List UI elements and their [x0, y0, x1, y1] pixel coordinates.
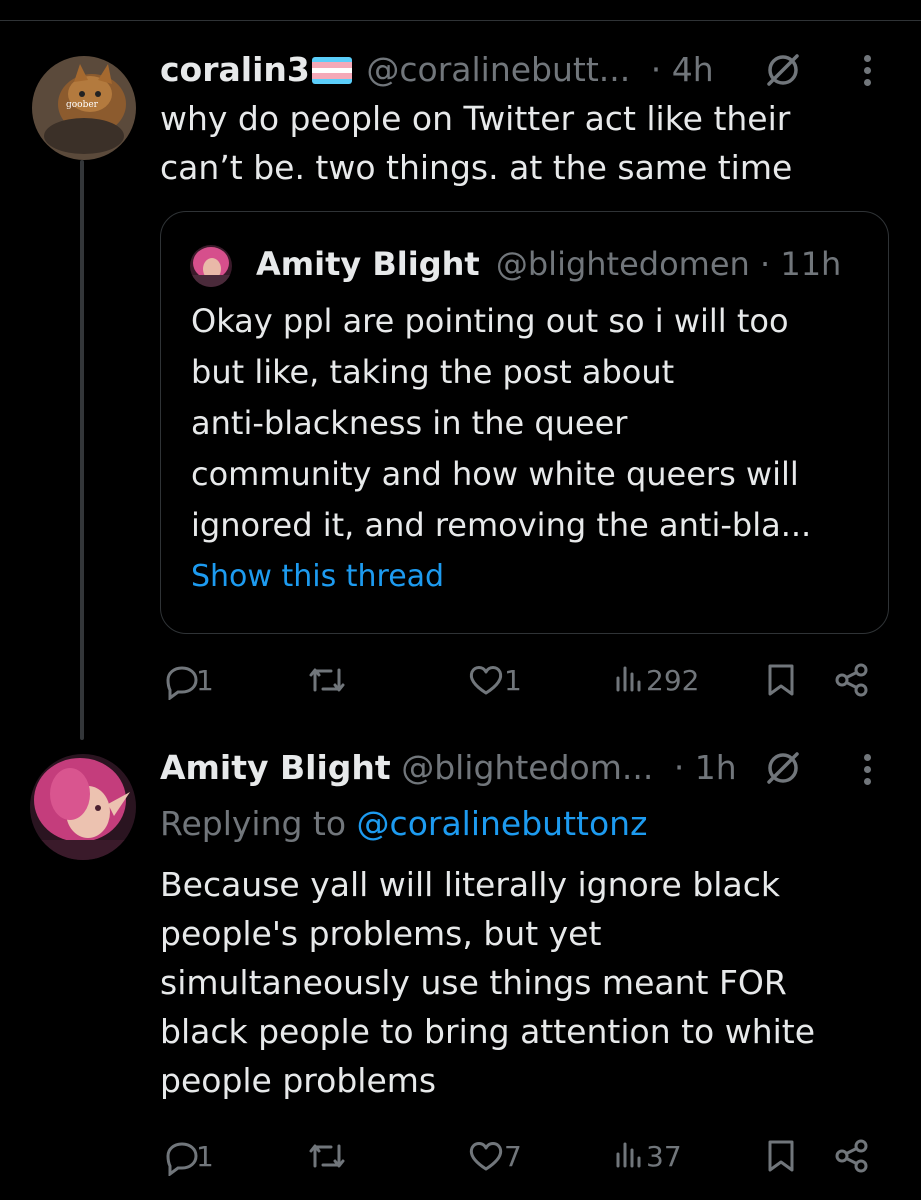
replying-to: Replying to @coralinebuttonz [160, 804, 647, 844]
tweet-text-line: simultaneously use things meant FOR [160, 963, 787, 1002]
thread-connector-line [80, 160, 84, 740]
display-name[interactable]: Amity Blight [160, 748, 391, 787]
reply-count: 1 [196, 1139, 214, 1173]
share-button[interactable] [832, 660, 872, 700]
quote-text: Okay ppl are pointing out so i will too … [191, 296, 881, 602]
show-thread-link[interactable]: Show this thread [191, 551, 881, 602]
bookmark-button[interactable] [766, 1136, 796, 1176]
reply-count: 1 [196, 663, 214, 697]
like-button[interactable]: 1 [466, 660, 522, 700]
tweet-text-line: can’t be. two things. at the same time [160, 148, 793, 187]
quote-timestamp: · 11h [759, 245, 842, 283]
no-entry-icon [767, 752, 799, 784]
avatar-caption: goober [66, 100, 98, 110]
views-count: 292 [646, 663, 700, 697]
retweet-button[interactable] [305, 1136, 349, 1176]
retweet-icon [309, 668, 345, 692]
top-divider [0, 20, 921, 21]
views-button[interactable]: 37 [614, 1136, 682, 1176]
user-handle[interactable]: @coralinebutt... [366, 50, 630, 89]
share-icon [835, 663, 868, 697]
views-icon [616, 666, 641, 692]
like-button[interactable]: 7 [466, 1136, 522, 1176]
quote-text-line: ignored it, and removing the anti-bla... [191, 506, 812, 544]
like-count: 1 [504, 663, 522, 697]
quote-avatar [190, 245, 232, 287]
quote-text-line: community and how white queers will [191, 455, 799, 493]
display-name[interactable]: coralin3 [160, 50, 310, 89]
user-handle[interactable]: @blightedom... [401, 748, 653, 787]
tweet-actions: 1 7 37 [0, 1136, 921, 1186]
bookmark-icon [768, 1140, 794, 1172]
replying-to-label: Replying to [160, 804, 347, 843]
tweet-header: Amity Blight @blightedom... · 1h [160, 748, 737, 788]
views-icon [616, 1142, 641, 1168]
quote-text-line: but like, taking the post about [191, 353, 675, 391]
reply-button[interactable]: 1 [160, 1136, 214, 1176]
tweet-text: Because yall will literally ignore black… [160, 860, 900, 1105]
timestamp[interactable]: · 4h [651, 50, 714, 89]
like-icon [469, 666, 503, 695]
tweet-text-line: black people to bring attention to white [160, 1012, 816, 1051]
tweet-header: coralin3 @coralinebutt... · 4h [160, 50, 714, 90]
quote-text-line: anti-blackness in the queer [191, 404, 628, 442]
quote-handle: @blightedomen [495, 245, 750, 283]
views-count: 37 [646, 1139, 682, 1173]
tweet-text: why do people on Twitter act like their … [160, 94, 880, 192]
no-entry-icon [767, 54, 799, 86]
tweet-text-line: people's problems, but yet [160, 914, 602, 953]
retweet-icon [309, 1144, 345, 1168]
quote-header: Amity Blight @blightedomen · 11h [256, 244, 841, 284]
reply-icon [166, 666, 198, 700]
views-button[interactable]: 292 [614, 660, 699, 700]
tweet-actions: 1 1 292 [0, 660, 921, 710]
avatar[interactable]: goober [32, 56, 136, 160]
quote-text-line: Okay ppl are pointing out so i will too [191, 302, 789, 340]
bookmark-button[interactable] [766, 660, 796, 700]
timestamp[interactable]: · 1h [674, 748, 737, 787]
reply-icon [166, 1142, 198, 1176]
trans-flag-icon [311, 57, 352, 84]
share-icon [835, 1139, 868, 1173]
like-icon [469, 1142, 503, 1171]
quoted-tweet-card[interactable]: Amity Blight @blightedomen · 11h Okay pp… [160, 211, 889, 634]
share-button[interactable] [832, 1136, 872, 1176]
avatar[interactable] [30, 754, 136, 860]
more-icon[interactable] [864, 55, 872, 91]
tweet-text-line: why do people on Twitter act like their [160, 99, 791, 138]
replying-to-handle[interactable]: @coralinebuttonz [357, 804, 648, 843]
reply-button[interactable]: 1 [160, 660, 214, 700]
retweet-button[interactable] [305, 660, 349, 700]
more-icon[interactable] [864, 754, 872, 790]
bookmark-icon [768, 664, 794, 696]
like-count: 7 [504, 1139, 522, 1173]
quote-display-name: Amity Blight [256, 245, 480, 283]
tweet-text-line: Because yall will literally ignore black [160, 865, 780, 904]
tweet-text-line: people problems [160, 1061, 437, 1100]
